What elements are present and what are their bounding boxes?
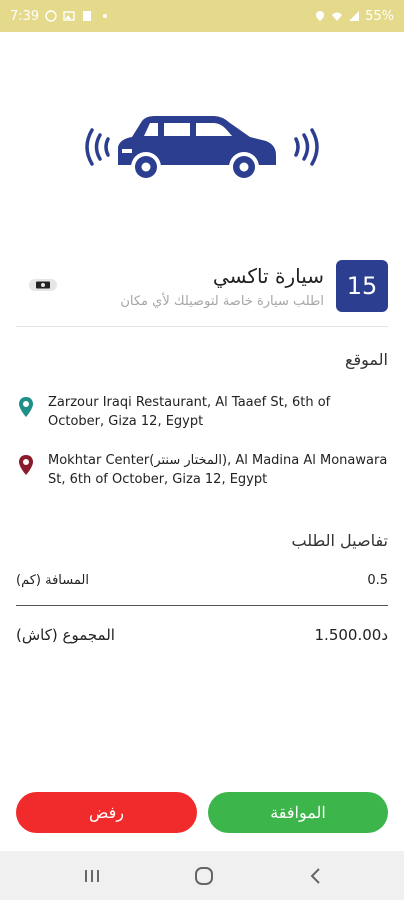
location-icon — [316, 11, 325, 21]
total-row: د1.500.00 المجموع (كاش) — [16, 626, 388, 644]
cash-icon — [29, 279, 57, 291]
car-illustration — [80, 105, 324, 190]
recent-apps-icon[interactable] — [80, 864, 104, 888]
distance-label: المسافة (كم) — [16, 573, 89, 588]
wifi-icon — [332, 12, 343, 21]
system-nav-bar — [0, 851, 404, 900]
total-label: المجموع (كاش) — [16, 626, 115, 644]
gallery-icon — [63, 11, 75, 21]
pickup-address: Zarzour Iraqi Restaurant, Al Taaef St, 6… — [48, 395, 331, 429]
accept-button[interactable]: الموافقة — [208, 792, 388, 833]
pickup-location: Zarzour Iraqi Restaurant, Al Taaef St, 6… — [18, 393, 388, 431]
distance-value: 0.5 — [367, 573, 388, 588]
pickup-pin-icon — [19, 397, 33, 417]
back-icon[interactable] — [304, 864, 328, 888]
reject-button[interactable]: رفض — [16, 792, 197, 833]
service-title: سيارة تاكسي — [212, 264, 324, 288]
dropoff-address: Mokhtar Center(المختار سنتر), Al Madina … — [48, 453, 388, 487]
battery-percent: 55% — [365, 8, 394, 24]
app-icon — [83, 11, 92, 21]
divider — [16, 326, 388, 327]
status-bar: 7:39 55% — [0, 0, 404, 32]
status-time: 7:39 — [10, 8, 40, 24]
whatsapp-icon — [45, 10, 57, 22]
dropoff-location: Mokhtar Center(المختار سنتر), Al Madina … — [18, 451, 388, 489]
service-subtitle: اطلب سيارة خاصة لتوصيلك لأي مكان — [120, 294, 324, 309]
total-value: د1.500.00 — [314, 626, 388, 644]
dot-icon — [103, 14, 108, 18]
dropoff-pin-icon — [19, 455, 33, 475]
distance-row: 0.5 المسافة (كم) — [16, 573, 388, 588]
signal-icon — [349, 11, 360, 21]
home-icon[interactable] — [192, 864, 216, 888]
service-card: 15 سيارة تاكسي اطلب سيارة خاصة لتوصيلك ل… — [0, 258, 404, 328]
car-icon — [85, 116, 319, 182]
service-number-badge: 15 — [336, 260, 388, 312]
location-heading: الموقع — [345, 350, 388, 369]
order-details-heading: تفاصيل الطلب — [291, 531, 389, 550]
divider — [16, 605, 388, 606]
